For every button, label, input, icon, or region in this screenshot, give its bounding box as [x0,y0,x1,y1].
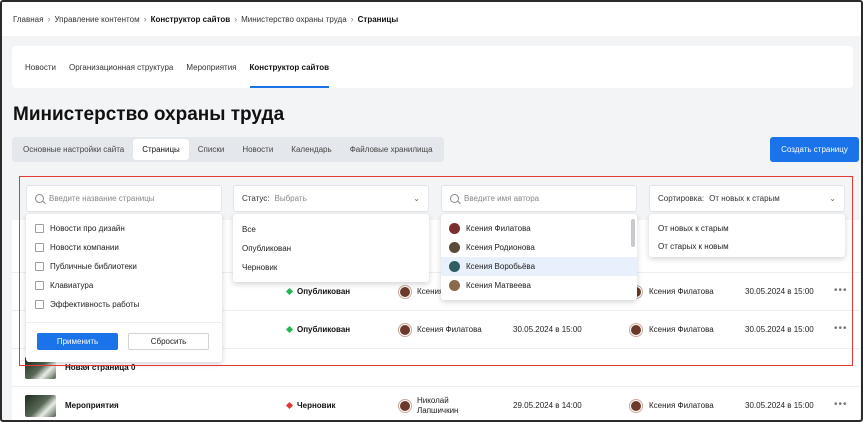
author-option[interactable]: Ксения Филатова [441,219,637,238]
breadcrumb-item-pages: Страницы [357,14,399,24]
avatar [630,324,642,336]
more-actions-icon[interactable]: ••• [834,323,848,334]
sort-dropdown: От новых к старым От старых к новым [649,214,845,257]
chevron-down-icon: ⌄ [829,194,836,203]
author-search-placeholder: Введите имя автора [464,194,540,203]
author-name: Ксения Филатова [417,325,482,334]
sort-option-newest[interactable]: От новых к старым [658,224,729,233]
editor-name: Ксения Филатова [649,401,714,410]
tab-events[interactable]: Мероприятия [186,46,236,88]
status-dot-icon [285,401,294,410]
sub-tabs: Основные настройки сайта Страницы Списки… [12,137,444,162]
author-option[interactable]: Ксения Родионова [441,238,637,257]
page-name[interactable]: Мероприятия [65,401,119,410]
author-name: Ксения [417,287,444,296]
created-date: 29.05.2024 в 14:00 [513,401,582,410]
divider [26,322,222,323]
sort-select[interactable]: Сортировка: От новых к старым ⌄ [649,185,845,212]
avatar [449,261,460,272]
status-option-draft[interactable]: Черновик [242,263,277,272]
sort-select-label: Сортировка: [658,194,705,203]
status-dot-icon [285,287,294,296]
status-badge: Опубликован [285,325,350,334]
edited-date: 30.05.2024 в 15:00 [745,325,814,334]
edited-date: 30.05.2024 в 15:00 [745,401,814,410]
page-search-placeholder: Введите название страницы [49,194,155,203]
status-select[interactable]: Статус: Выбрать ⌄ [233,185,429,212]
checkbox[interactable] [35,281,44,290]
apply-button[interactable]: Применить [37,333,118,350]
avatar [630,400,642,412]
search-icon [35,194,44,203]
more-actions-icon[interactable]: ••• [834,285,848,296]
editor-name: Ксения Филатова [649,325,714,334]
sort-select-value: От новых к старым [709,194,780,203]
author-name: Николай Лапшичкин [417,396,459,415]
avatar [449,280,460,291]
checkbox[interactable] [35,224,44,233]
breadcrumb: Главная › Управление контентом › Констру… [2,2,861,36]
subtab-site-settings[interactable]: Основные настройки сайта [14,139,133,160]
list-item[interactable]: Новости компании [35,243,119,252]
avatar [399,286,411,298]
subtab-file-storage[interactable]: Файловые хранилища [341,139,442,160]
status-badge: Черновик [285,401,336,410]
tab-site-builder[interactable]: Конструктор сайтов [249,46,329,88]
avatar [449,242,460,253]
checkbox[interactable] [35,300,44,309]
author-option[interactable]: Ксения Матвеева [441,276,637,295]
search-icon [450,194,459,203]
table-row[interactable]: Мероприятия Черновик Николай Лапшичкин 2… [12,386,860,420]
status-select-value: Выбрать [274,194,307,203]
author-dropdown: Ксения Филатова Ксения Родионова Ксения … [441,214,637,300]
tab-org-structure[interactable]: Организационная структура [69,46,173,88]
subtab-news[interactable]: Новости [233,139,282,160]
list-item[interactable]: Эффективность работы [35,300,139,309]
page-name[interactable]: Новая страница 0 [65,363,135,372]
scrollbar[interactable] [631,219,635,247]
top-tabs: Новости Организационная структура Меропр… [12,46,853,88]
subtab-pages[interactable]: Страницы [133,139,189,160]
list-item[interactable]: Клавиатура [35,281,93,290]
status-option-all[interactable]: Все [242,225,256,234]
created-date: 30.05.2024 в 15:00 [513,325,582,334]
tab-news[interactable]: Новости [25,46,56,88]
subtab-lists[interactable]: Списки [189,139,234,160]
chevron-down-icon: ⌄ [413,194,420,203]
page-filter-dropdown: Новости про дизайн Новости компании Публ… [26,214,222,362]
author-option[interactable]: Ксения Воробьёва [441,257,637,276]
status-badge: Опубликован [285,287,350,296]
chevron-right-icon: › [47,14,51,24]
chevron-right-icon: › [143,14,147,24]
breadcrumb-item-ministry[interactable]: Министерство охраны труда [241,15,347,24]
status-select-label: Статус: [242,194,270,203]
more-actions-icon[interactable]: ••• [834,399,848,410]
chevron-right-icon: › [350,14,354,24]
editor-name: Ксения Филатова [649,287,714,296]
status-option-published[interactable]: Опубликован [242,244,291,253]
checkbox[interactable] [35,243,44,252]
chevron-right-icon: › [234,14,238,24]
reset-button[interactable]: Сбросить [128,333,209,350]
create-page-button[interactable]: Создать страницу [770,137,859,162]
avatar [399,400,411,412]
checkbox[interactable] [35,262,44,271]
breadcrumb-item-home[interactable]: Главная [13,15,43,24]
avatar [399,324,411,336]
status-dot-icon [285,325,294,334]
sort-option-oldest[interactable]: От старых к новым [658,242,729,251]
app-window: Главная › Управление контентом › Констру… [0,0,863,422]
author-search-input[interactable]: Введите имя автора [441,185,637,212]
edited-date: 30.05.2024 в 15:00 [745,287,814,296]
page-title: Министерство охраны труда [13,104,285,125]
avatar [449,223,460,234]
list-item[interactable]: Публичные библиотеки [35,262,137,271]
subtab-calendar[interactable]: Календарь [282,139,340,160]
breadcrumb-item-site-builder[interactable]: Конструктор сайтов [151,15,231,24]
breadcrumb-item-content[interactable]: Управление контентом [54,15,139,24]
status-dropdown: Все Опубликован Черновик [233,214,429,282]
page-search-input[interactable]: Введите название страницы [26,185,222,212]
page-thumbnail [25,395,56,417]
list-item[interactable]: Новости про дизайн [35,224,125,233]
